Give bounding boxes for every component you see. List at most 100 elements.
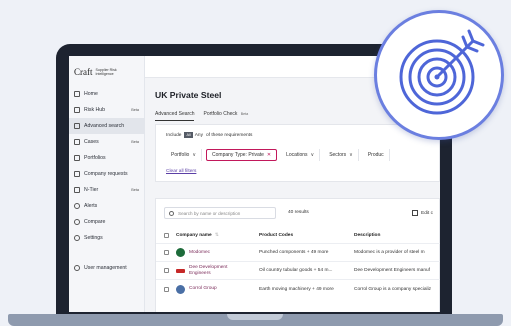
logo-word: Craft xyxy=(74,67,93,77)
search-placeholder: Search by name or description xyxy=(178,210,241,216)
company-cell[interactable]: Modomec xyxy=(176,248,210,257)
sidebar-item-settings[interactable]: Settings xyxy=(69,230,145,246)
tab-label: Portfolio Check xyxy=(203,111,238,117)
column-header-company-name[interactable]: Company name ⇅ xyxy=(176,233,219,238)
company-name[interactable]: Modomec xyxy=(189,250,210,255)
filter-chip-company-type[interactable]: Company Type: Private ✕ xyxy=(206,149,278,161)
description-cell: Dee Development Engineers manuf xyxy=(354,268,430,273)
include-suffix: of these requirements xyxy=(205,132,253,138)
bell-icon xyxy=(74,203,80,209)
advanced-search-icon xyxy=(74,123,80,129)
sidebar-item-cases[interactable]: Cases Beta xyxy=(69,134,145,150)
search-icon xyxy=(169,210,174,216)
include-requirements-row: Include All Any of these requirements xyxy=(166,132,252,138)
row-checkbox[interactable] xyxy=(164,286,169,292)
product-codes-cell: Oil country tubular goods + 54 m... xyxy=(259,268,333,273)
table-row[interactable]: Modomec Punched components + 49 more Mod… xyxy=(156,244,440,262)
filter-chip-portfolio[interactable]: Portfolio ∨ xyxy=(166,149,203,161)
sidebar-item-label: N-Tier xyxy=(84,187,99,193)
sidebar-item-alerts[interactable]: Alerts xyxy=(69,198,145,214)
company-requests-icon xyxy=(74,171,80,177)
sidebar-item-label: Advanced search xyxy=(84,123,125,129)
sidebar-item-home[interactable]: Home xyxy=(69,86,145,102)
sort-icon: ⇅ xyxy=(214,232,219,238)
cases-icon xyxy=(74,139,80,145)
filter-chip-label: Sectors xyxy=(329,152,347,158)
filter-chip-label: Locations xyxy=(286,152,308,158)
sidebar-item-compare[interactable]: Compare xyxy=(69,214,145,230)
target-badge xyxy=(374,10,504,140)
sidebar-nav: Home Risk Hub Beta Advanced search Cases… xyxy=(69,86,145,246)
sidebar-item-user-management[interactable]: User management xyxy=(69,260,145,276)
beta-badge: Beta xyxy=(131,108,139,112)
results-table: Company name ⇅ Product Codes Description… xyxy=(156,227,440,298)
sidebar-item-portfolios[interactable]: Portfolios xyxy=(69,150,145,166)
search-input[interactable]: Search by name or description xyxy=(164,207,276,219)
filter-chip-products[interactable]: Produc xyxy=(363,149,390,161)
sidebar-item-label: Cases xyxy=(84,139,99,145)
column-header-label: Company name xyxy=(176,232,212,238)
tab-advanced-search[interactable]: Advanced Search xyxy=(155,111,195,121)
beta-badge: Beta xyxy=(240,112,249,116)
company-logo xyxy=(176,284,185,294)
include-mode-all-toggle[interactable]: All xyxy=(184,132,193,138)
table-row[interactable]: Corrol Group Earth moving machinery + 49… xyxy=(156,280,440,298)
sidebar-item-risk-hub[interactable]: Risk Hub Beta xyxy=(69,102,145,118)
include-mode-any-toggle[interactable]: Any xyxy=(195,133,203,138)
beta-badge: Beta xyxy=(131,140,139,144)
beta-badge: Beta xyxy=(131,188,139,192)
sidebar: Craft Supplier Risk Intelligence Home Ri… xyxy=(69,56,145,312)
company-logo xyxy=(176,248,185,257)
results-panel: Search by name or description 40 results… xyxy=(155,198,440,312)
sidebar-item-advanced-search[interactable]: Advanced search xyxy=(69,118,145,134)
logo-subtitle-line-2: Intelligence xyxy=(95,72,114,76)
app-logo[interactable]: Craft Supplier Risk Intelligence xyxy=(74,65,117,79)
tab-label: Advanced Search xyxy=(155,111,195,117)
filter-chip-label: Produc xyxy=(367,152,384,158)
company-cell[interactable]: Dee Development Engineers xyxy=(176,265,227,276)
sidebar-item-label: Company requests xyxy=(84,171,128,177)
filter-chip-locations[interactable]: Locations ∨ xyxy=(281,149,321,161)
sidebar-item-label: Alerts xyxy=(84,203,98,209)
company-cell[interactable]: Corrol Group xyxy=(176,284,217,294)
column-header-product-codes[interactable]: Product Codes xyxy=(259,233,293,238)
row-checkbox[interactable] xyxy=(164,250,169,255)
company-name[interactable]: Corrol Group xyxy=(189,286,217,291)
filter-chip-label: Company Type: Private xyxy=(212,152,264,158)
include-prefix: Include xyxy=(166,132,182,138)
edit-icon xyxy=(412,210,418,216)
home-icon xyxy=(74,91,80,97)
filter-chips: Portfolio ∨ Company Type: Private ✕ Loca… xyxy=(166,149,394,161)
table-header-row: Company name ⇅ Product Codes Description xyxy=(156,227,440,244)
description-cell: Corrol Group is a company specializ xyxy=(354,286,432,292)
risk-hub-icon xyxy=(74,107,80,113)
edit-button-label: Edit c xyxy=(421,210,433,216)
sidebar-item-label: Compare xyxy=(84,219,106,225)
sidebar-item-label: User management xyxy=(84,265,127,271)
table-row[interactable]: Dee Development Engineers Oil country tu… xyxy=(156,262,440,280)
logo-subtitle: Supplier Risk Intelligence xyxy=(96,68,117,76)
sidebar-item-n-tier[interactable]: N-Tier Beta xyxy=(69,182,145,198)
chevron-down-icon: ∨ xyxy=(192,152,197,158)
filter-chip-sectors[interactable]: Sectors ∨ xyxy=(324,149,359,161)
column-header-description[interactable]: Description xyxy=(354,233,380,238)
sidebar-item-label: Risk Hub xyxy=(84,107,106,113)
edit-columns-button[interactable]: Edit c xyxy=(412,207,433,219)
chevron-down-icon: ∨ xyxy=(349,152,353,158)
description-cell: Modomec is a provider of steel m xyxy=(354,250,425,255)
row-checkbox[interactable] xyxy=(164,268,169,273)
results-count: 40 results xyxy=(288,210,309,215)
select-all-checkbox[interactable] xyxy=(164,232,169,238)
chevron-down-icon: ∨ xyxy=(310,152,315,158)
sidebar-item-company-requests[interactable]: Company requests xyxy=(69,166,145,182)
laptop-notch xyxy=(227,314,283,320)
close-icon[interactable]: ✕ xyxy=(267,152,271,158)
filter-chip-label: Portfolio xyxy=(171,152,190,158)
clear-all-filters-link[interactable]: Clear all filters xyxy=(166,169,196,174)
n-tier-icon xyxy=(74,187,80,193)
target-arrow-icon xyxy=(399,29,485,115)
portfolios-icon xyxy=(74,155,80,161)
company-name[interactable]: Dee Development Engineers xyxy=(189,265,227,275)
tab-portfolio-check[interactable]: Portfolio Check Beta xyxy=(203,111,248,121)
gear-icon xyxy=(74,235,80,241)
